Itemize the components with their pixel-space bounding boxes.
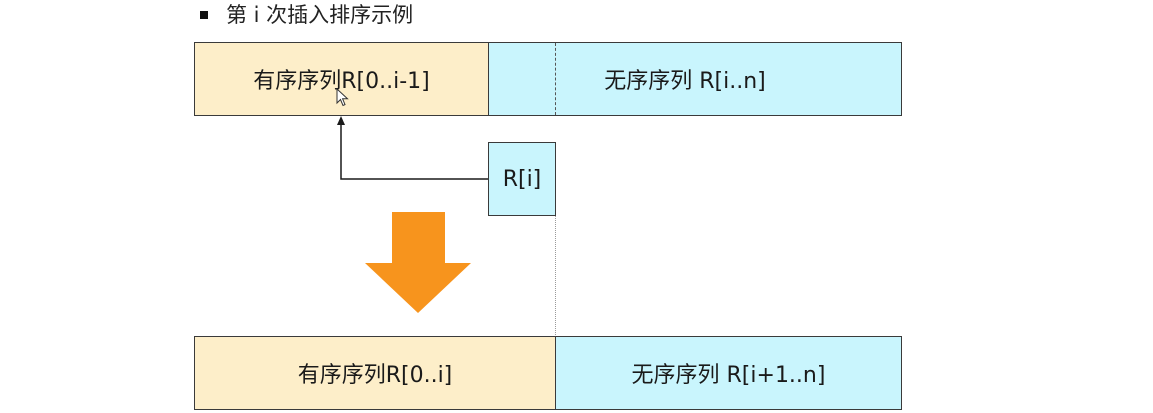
insert-arrow-icon [337,116,488,180]
unsorted-sequence-after: 无序序列 R[i+1..n] [555,336,902,410]
sorted-sequence-after: 有序序列R[0..i] [194,336,556,410]
mouse-cursor-icon [336,88,349,107]
down-arrow-icon [365,212,471,313]
